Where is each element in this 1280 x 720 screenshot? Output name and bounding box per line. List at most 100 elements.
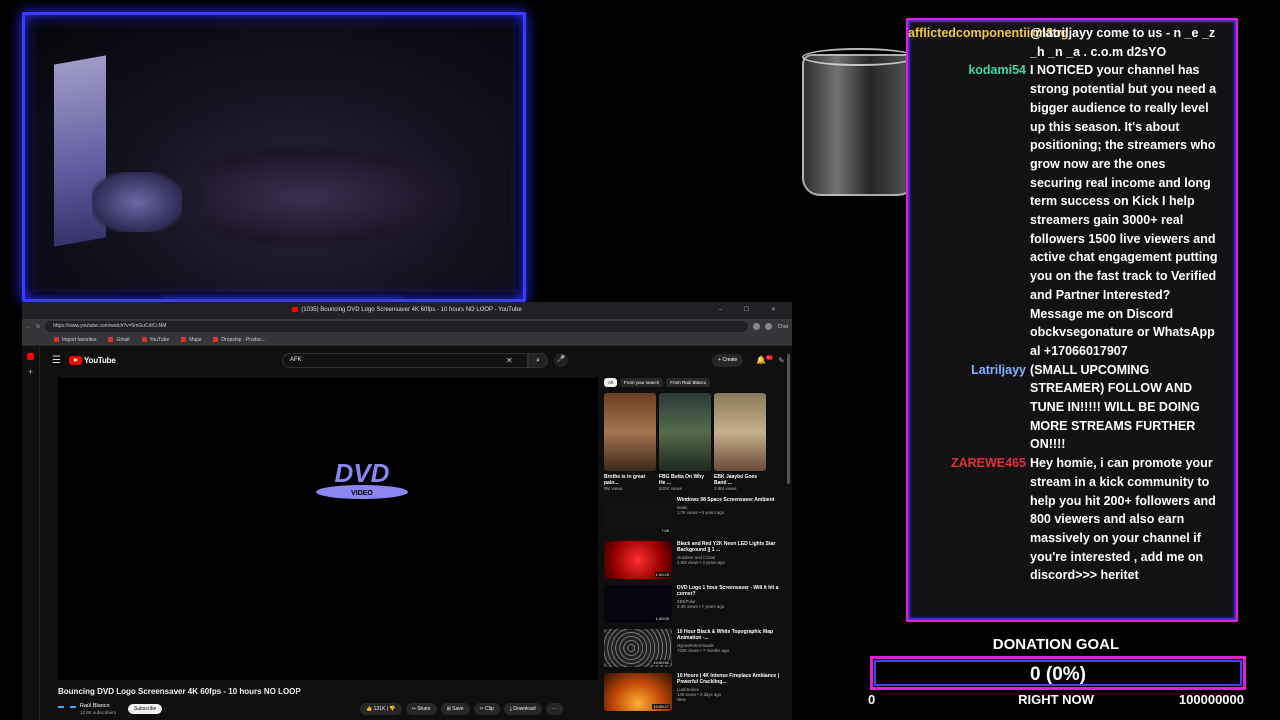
bookmark-item[interactable]: Maps xyxy=(181,337,201,343)
recommendation-item[interactable]: 10:00:51 10 Hour Black & White Topograph… xyxy=(604,629,788,667)
rec-meta: 8.3K views • 7 years ago xyxy=(677,604,725,609)
short-thumbnail[interactable] xyxy=(714,393,766,471)
bookmarks-bar: Import favorites Gmail YouTube Maps Drop… xyxy=(22,334,792,346)
scrollbar[interactable] xyxy=(787,354,790,484)
youtube-logo-text: YouTube xyxy=(83,355,116,365)
donation-goal-title: DONATION GOAL xyxy=(992,636,1120,653)
create-label: Create xyxy=(722,356,738,363)
subscribe-button[interactable]: Subscribe xyxy=(128,704,163,714)
clear-search-icon[interactable]: ✕ xyxy=(506,356,513,365)
rec-meta: 2.8M views • 3 years ago xyxy=(677,560,725,565)
webcam-overlay xyxy=(22,12,526,308)
video-player[interactable]: DVD VIDEO xyxy=(58,378,598,680)
youtube-play-icon xyxy=(68,355,82,365)
rec-title[interactable]: DVD Logo 1 hour Screensaver - Will it hi… xyxy=(677,585,788,597)
rec-thumbnail[interactable]: 7:58 xyxy=(604,497,672,535)
youtube-logo[interactable]: YouTube xyxy=(68,355,116,365)
save-button[interactable]: ⊞ Save xyxy=(440,703,470,715)
chat-username[interactable]: Latriljayy xyxy=(908,361,1028,455)
rec-title[interactable]: 10 Hours | 4K Intense Fireplace Ambiance… xyxy=(677,673,788,685)
rec-thumbnail[interactable]: 1:00:25 xyxy=(604,541,672,579)
back-icon[interactable]: ← xyxy=(26,324,31,330)
duration-badge: 1:00:00 xyxy=(654,616,670,621)
recommendation-item[interactable]: 7:58 Windows 98 Space Screensaver Ambien… xyxy=(604,497,788,535)
shorts-row: Brothe is in great pain... 9M views FBG … xyxy=(604,393,788,491)
rec-thumbnail[interactable]: 10:00:51 xyxy=(604,629,672,667)
short-title[interactable]: Brothe is in great pain... xyxy=(604,474,656,486)
hamburger-menu-icon[interactable]: ☰ xyxy=(52,355,61,366)
profile-icon[interactable] xyxy=(765,323,773,330)
channel-name[interactable]: Raúl Blanco xyxy=(80,703,116,710)
youtube-tab-icon[interactable] xyxy=(27,353,34,360)
notification-count: 9+ xyxy=(765,355,773,361)
recommendation-item[interactable]: 1:00:25 Black and Red Y2K Neon LED Light… xyxy=(604,541,788,579)
rec-title[interactable]: Windows 98 Space Screensaver Ambient xyxy=(677,497,774,503)
clip-button[interactable]: ✂ Clip xyxy=(473,703,500,715)
subscriber-count: 12.8K subscribers xyxy=(80,710,117,715)
chat-username[interactable]: afflictedcomponentiirm3og xyxy=(908,24,1068,61)
bookmark-item[interactable]: YouTube xyxy=(142,337,170,343)
donation-progress-value: 0 (0%) xyxy=(1030,664,1086,685)
short-item[interactable]: Brothe is in great pain... 9M views xyxy=(604,393,656,491)
short-item[interactable]: EBK Jaaybo Goes Band ... 3.9M views xyxy=(714,393,766,491)
dvd-logo-text: DVD xyxy=(335,458,390,488)
video-actions: 👍 131K | 👎 ↪ Share ⊞ Save ✂ Clip ⤓ Downl… xyxy=(360,703,563,715)
share-button[interactable]: ↪ Share xyxy=(405,703,437,715)
youtube-header: ☰ YouTube AFK ✕ ⌕ 🎤 + Create 🔔9+ ✎ xyxy=(40,346,792,374)
short-thumbnail[interactable] xyxy=(659,393,711,471)
short-thumbnail[interactable] xyxy=(604,393,656,471)
short-title[interactable]: FBG Butta On Why He ... xyxy=(659,474,711,486)
short-title[interactable]: EBK Jaaybo Goes Band ... xyxy=(714,474,766,486)
youtube-favicon-icon xyxy=(292,306,299,312)
recommendation-item[interactable]: 10:00:17 10 Hours | 4K Intense Fireplace… xyxy=(604,673,788,711)
search-button[interactable]: ⌕ xyxy=(528,352,548,368)
glass-cup-image xyxy=(802,48,916,196)
donation-progress-bar: 0 (0%) xyxy=(870,656,1246,690)
share-label: Share xyxy=(417,706,431,712)
copilot-chat-button[interactable]: Chat xyxy=(777,324,788,330)
chip-from-search[interactable]: From your search xyxy=(620,378,664,387)
create-button[interactable]: + Create xyxy=(712,353,744,367)
dvd-logo: DVD VIDEO xyxy=(316,458,408,499)
rec-title[interactable]: Black and Red Y2K Neon LED Lights Star B… xyxy=(677,541,788,553)
window-title: (1035) Bouncing DVD Logo Screensaver 4K … xyxy=(301,307,522,313)
short-item[interactable]: FBG Butta On Why He ... 522K views xyxy=(659,393,711,491)
window-controls[interactable]: – ☐ ✕ xyxy=(719,302,786,319)
url-field[interactable]: https://www.youtube.com/watch?v=5mGuCdlC… xyxy=(45,321,749,332)
more-actions-icon[interactable]: ⋯ xyxy=(545,703,563,715)
avatar[interactable]: ✎ xyxy=(778,356,785,365)
chip-all[interactable]: All xyxy=(604,378,618,387)
bookmark-item[interactable]: Gmail xyxy=(108,337,129,343)
notifications-bell-icon[interactable]: 🔔9+ xyxy=(756,355,773,365)
bookmark-item[interactable]: Dropship - Produc... xyxy=(213,337,265,343)
like-button[interactable]: 👍 131K | 👎 xyxy=(360,703,402,715)
channel-avatar[interactable] xyxy=(58,706,76,712)
search-input[interactable]: AFK xyxy=(282,352,528,368)
rec-title[interactable]: 10 Hour Black & White Topographic Map An… xyxy=(677,629,788,641)
save-label: Save xyxy=(452,706,464,712)
extension-icon[interactable] xyxy=(753,323,761,330)
chat-message: Latriljayy (SMALL UPCOMING STREAMER) FOL… xyxy=(908,361,1236,455)
rec-thumbnail[interactable]: 10:00:17 xyxy=(604,673,672,711)
duration-badge: 7:58 xyxy=(660,528,670,533)
chat-username[interactable]: kodami54 xyxy=(908,61,1028,360)
rec-thumbnail[interactable]: 1:00:00 xyxy=(604,585,672,623)
chat-username[interactable]: ZAREWE465 xyxy=(908,454,1028,585)
microphone-icon[interactable]: 🎤 xyxy=(554,353,568,367)
stream-chat: afflictedcomponentiirm3og @latriljayy co… xyxy=(906,18,1238,622)
recommendation-item[interactable]: 1:00:00 DVD Logo 1 hour Screensaver - Wi… xyxy=(604,585,788,623)
short-views: 9M views xyxy=(604,486,623,491)
new-tab-icon[interactable]: + xyxy=(22,367,39,377)
download-button[interactable]: ⤓ Download xyxy=(503,703,542,715)
browser-window: (1035) Bouncing DVD Logo Screensaver 4K … xyxy=(22,302,792,720)
new-badge: New xyxy=(677,697,686,702)
rec-meta: 733K views • 7 months ago xyxy=(677,648,729,653)
donation-max-value: 100000000 xyxy=(1178,692,1244,707)
chip-from-channel[interactable]: From Raúl Blanco xyxy=(666,378,711,387)
refresh-icon[interactable]: ↻ xyxy=(36,324,40,330)
bookmark-item[interactable]: Import favorites xyxy=(54,337,96,343)
donation-goal-widget: DONATION GOAL 0 (0%) 0 RIGHT NOW 1000000… xyxy=(866,634,1252,714)
dvd-logo-subtext: VIDEO xyxy=(351,490,373,497)
like-count: 131K xyxy=(373,706,386,712)
chat-message: afflictedcomponentiirm3og @latriljayy co… xyxy=(908,24,1236,61)
